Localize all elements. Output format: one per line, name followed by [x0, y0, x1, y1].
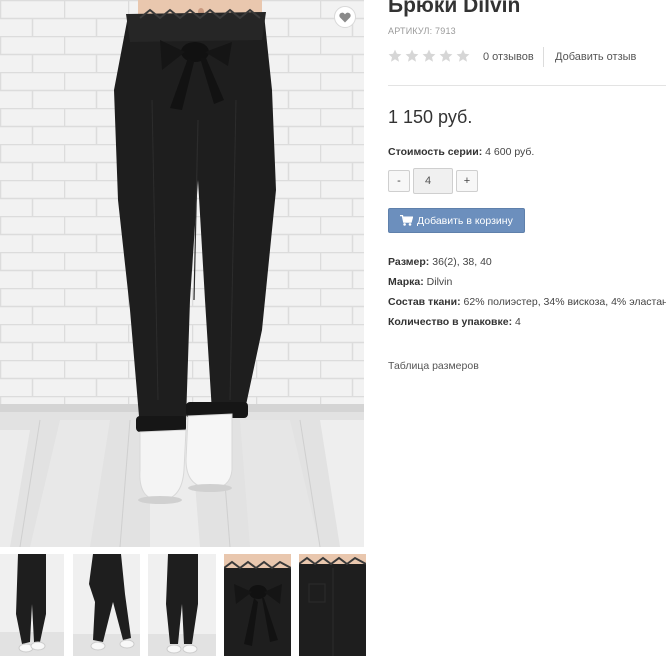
main-product-photo[interactable] [0, 0, 364, 547]
thumbnail-5-image [299, 554, 366, 656]
heart-icon [339, 12, 351, 22]
product-sku: АРТИКУЛ: 7913 [388, 26, 456, 36]
thumbnail-4[interactable] [224, 554, 291, 656]
quantity-decrease-button[interactable]: - [388, 170, 410, 192]
star-icon[interactable] [405, 49, 419, 63]
reviews-separator [543, 47, 544, 67]
divider [388, 85, 666, 86]
spec-fabric: Состав ткани: 62% полиэстер, 34% вискоза… [388, 296, 666, 308]
thumbnail-2[interactable] [73, 554, 140, 656]
thumbnail-1-image [0, 554, 64, 656]
spec-size-value: 36(2), 38, 40 [432, 256, 492, 268]
star-icon[interactable] [422, 49, 436, 63]
spec-pack-quantity-value: 4 [515, 316, 521, 328]
reviews-count-link[interactable]: 0 отзывов [483, 51, 534, 63]
thumbnail-5[interactable] [299, 554, 366, 656]
product-photo-illustration [0, 0, 364, 547]
spec-brand: Марка: Dilvin [388, 276, 452, 288]
spec-fabric-value: 62% полиэстер, 34% вискоза, 4% эластан [463, 296, 666, 308]
quantity-input[interactable] [413, 168, 453, 194]
product-price: 1 150 руб. [388, 107, 473, 127]
thumbnail-3-image [148, 554, 216, 656]
star-icon[interactable] [388, 49, 402, 63]
wishlist-button[interactable] [334, 6, 356, 28]
series-price-label: Стоимость серии: [388, 146, 483, 158]
spec-size: Размер: 36(2), 38, 40 [388, 256, 492, 268]
quantity-increase-button[interactable]: + [456, 170, 478, 192]
thumbnail-2-image [73, 554, 140, 656]
add-to-cart-label: Добавить в корзину [417, 214, 513, 227]
spec-brand-label: Марка: [388, 276, 424, 288]
star-icon[interactable] [439, 49, 453, 63]
add-to-cart-button[interactable]: Добавить в корзину [388, 208, 525, 233]
series-price-value: 4 600 руб. [485, 146, 535, 158]
rating-stars[interactable] [388, 49, 470, 63]
spec-pack-quantity: Количество в упаковке: 4 [388, 316, 521, 328]
add-review-link[interactable]: Добавить отзыв [555, 51, 636, 63]
spec-brand-value: Dilvin [426, 276, 453, 288]
star-icon[interactable] [456, 49, 470, 63]
product-title: Брюки Dilvin [388, 0, 521, 17]
spec-pack-quantity-label: Количество в упаковке: [388, 316, 513, 328]
size-table-link[interactable]: Таблица размеров [388, 360, 479, 372]
cart-icon [400, 215, 413, 226]
series-price: Стоимость серии: 4 600 руб. [388, 146, 534, 158]
thumbnail-strip [0, 554, 366, 656]
thumbnail-4-image [224, 554, 291, 656]
spec-fabric-label: Состав ткани: [388, 296, 461, 308]
spec-size-label: Размер: [388, 256, 430, 268]
thumbnail-3[interactable] [148, 554, 216, 656]
thumbnail-1[interactable] [0, 554, 64, 656]
